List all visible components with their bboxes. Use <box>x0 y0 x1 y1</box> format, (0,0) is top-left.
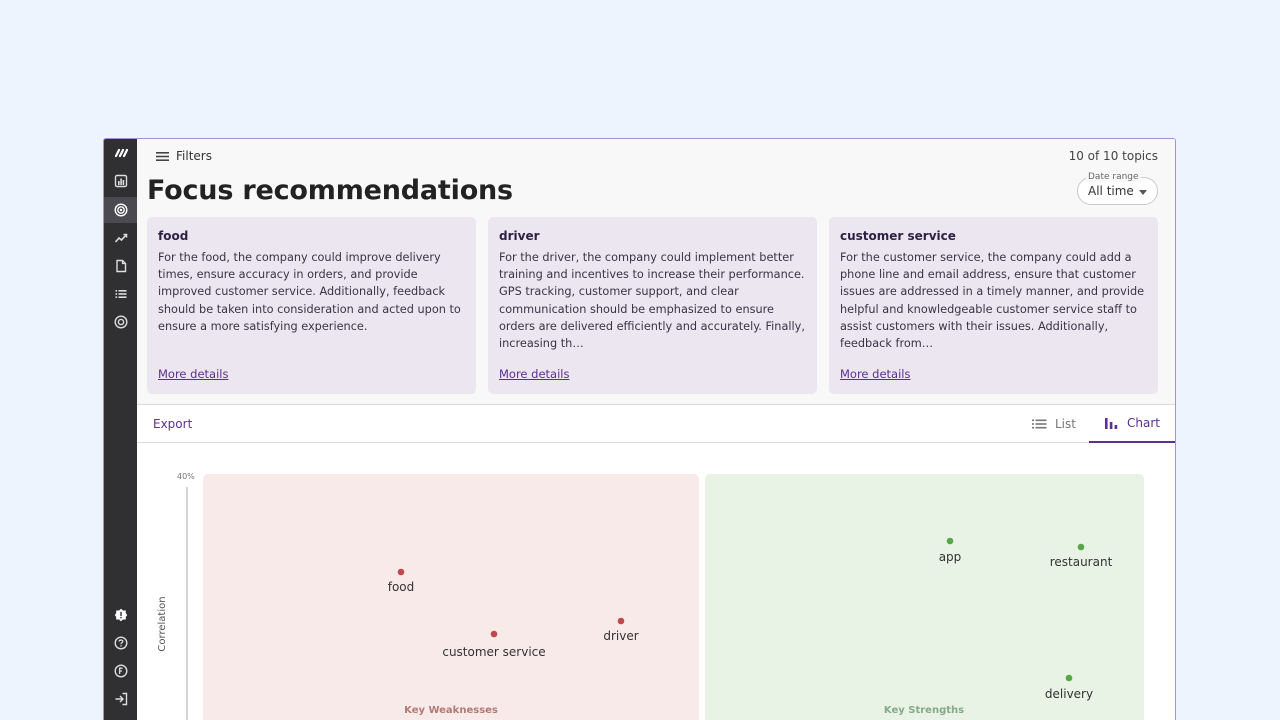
data-point-driver[interactable] <box>617 617 625 625</box>
topic-count: 10 of 10 topics <box>1068 149 1158 163</box>
recommendations-panel: Filters 10 of 10 topics Focus recommenda… <box>137 139 1175 405</box>
recommendation-card-food: food For the food, the company could imp… <box>147 217 476 394</box>
data-point-delivery[interactable] <box>1065 674 1073 682</box>
data-label-restaurant: restaurant <box>1050 555 1113 569</box>
date-range-value: All time <box>1088 184 1134 198</box>
more-details-link[interactable]: More details <box>840 367 910 381</box>
filters-label: Filters <box>176 149 212 163</box>
data-point-customer-service[interactable] <box>490 630 498 638</box>
more-details-link[interactable]: More details <box>499 367 569 381</box>
tab-list[interactable]: List <box>1032 405 1076 443</box>
alert-icon[interactable] <box>104 602 137 628</box>
trend-icon[interactable] <box>104 225 137 251</box>
card-body: For the food, the company could improve … <box>158 251 461 333</box>
zone-label-weaknesses: Key Weaknesses <box>404 705 498 716</box>
list-icon <box>1032 419 1047 429</box>
correlation-chart: 40% Correlation Key Weaknesses Key Stren… <box>137 444 1175 720</box>
y-axis-label: Correlation <box>157 596 168 651</box>
data-label-delivery: delivery <box>1045 687 1093 701</box>
feedback-icon[interactable] <box>104 658 137 684</box>
bar-chart-icon[interactable] <box>104 168 137 194</box>
app-window: Filters 10 of 10 topics Focus recommenda… <box>103 138 1176 720</box>
tab-list-label: List <box>1055 417 1076 431</box>
list-icon[interactable] <box>104 281 137 307</box>
chevron-down-icon <box>1139 190 1147 195</box>
recommendation-card-driver: driver For the driver, the company could… <box>488 217 817 394</box>
bar-chart-icon <box>1105 418 1118 429</box>
card-body: For the customer service, the company co… <box>840 251 1145 351</box>
logo-icon[interactable] <box>104 140 137 166</box>
menu-icon <box>156 151 169 161</box>
zone-key-weaknesses <box>203 474 699 720</box>
main-content: Filters 10 of 10 topics Focus recommenda… <box>137 139 1175 720</box>
sidebar <box>104 139 137 720</box>
target-icon[interactable] <box>104 197 137 223</box>
card-body: For the driver, the company could implem… <box>499 251 805 351</box>
circle-icon[interactable] <box>104 309 137 335</box>
data-point-app[interactable] <box>946 537 954 545</box>
y-tick-top: 40% <box>177 472 195 481</box>
tab-chart-label: Chart <box>1127 416 1160 430</box>
zone-key-strengths <box>705 474 1144 720</box>
card-title: driver <box>499 229 540 243</box>
document-icon[interactable] <box>104 253 137 279</box>
tab-chart[interactable]: Chart <box>1089 405 1175 443</box>
data-label-food: food <box>388 580 415 594</box>
data-label-app: app <box>939 550 962 564</box>
date-range-label: Date range <box>1086 172 1141 182</box>
filters-button[interactable]: Filters <box>156 148 212 164</box>
more-details-link[interactable]: More details <box>158 367 228 381</box>
zone-label-strengths: Key Strengths <box>884 705 964 716</box>
page-title: Focus recommendations <box>147 175 513 206</box>
data-label-driver: driver <box>603 629 638 643</box>
chart-svg: 40% Correlation Key Weaknesses Key Stren… <box>157 472 1144 720</box>
recommendation-card-customer-service: customer service For the customer servic… <box>829 217 1158 394</box>
card-title: customer service <box>840 229 956 243</box>
view-toolbar: Export List Chart <box>137 405 1175 443</box>
export-button[interactable]: Export <box>153 417 192 431</box>
logout-icon[interactable] <box>104 686 137 712</box>
data-point-restaurant[interactable] <box>1077 543 1085 551</box>
data-point-food[interactable] <box>397 568 405 576</box>
data-label-customer-service: customer service <box>442 645 545 659</box>
card-title: food <box>158 229 189 243</box>
date-range-select[interactable]: Date range All time <box>1077 172 1158 205</box>
help-icon[interactable] <box>104 630 137 656</box>
